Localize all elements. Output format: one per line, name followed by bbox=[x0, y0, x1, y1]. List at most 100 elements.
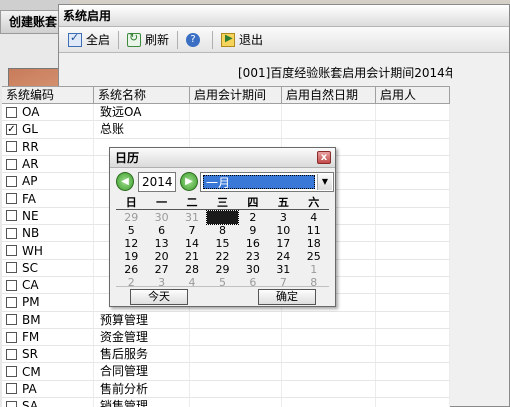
enable-checkbox[interactable] bbox=[6, 227, 17, 239]
enable-checkbox[interactable] bbox=[6, 400, 17, 407]
enable-checkbox[interactable] bbox=[6, 158, 17, 170]
calendar-day[interactable]: 5 bbox=[116, 224, 146, 237]
enable-checkbox[interactable] bbox=[6, 279, 17, 291]
prev-year-button[interactable]: ◀ bbox=[116, 172, 134, 191]
calendar-day[interactable]: 14 bbox=[177, 237, 207, 250]
weekday-label: 三 bbox=[216, 196, 228, 209]
table-row[interactable]: SA 销售管理 bbox=[2, 398, 450, 407]
enable-checkbox[interactable] bbox=[6, 348, 17, 360]
close-icon[interactable]: x bbox=[317, 151, 331, 164]
enable-checkbox[interactable] bbox=[6, 175, 17, 187]
month-selected-value: 一月 bbox=[203, 175, 315, 190]
enable-checkbox[interactable] bbox=[6, 245, 17, 257]
calendar-day[interactable]: 8 bbox=[207, 224, 237, 237]
calendar-day[interactable]: 13 bbox=[146, 237, 176, 250]
column-header-date[interactable]: 启用自然日期 bbox=[282, 87, 376, 103]
system-name: 售后服务 bbox=[94, 346, 190, 363]
month-select[interactable]: 一月 ▼ bbox=[200, 172, 334, 192]
selected-day[interactable]: 1 bbox=[206, 210, 239, 225]
system-code: SA bbox=[22, 399, 39, 407]
calendar-day[interactable]: 16 bbox=[238, 237, 268, 250]
cell-user bbox=[376, 346, 450, 363]
enable-checkbox[interactable] bbox=[6, 262, 17, 274]
calendar-day[interactable]: 10 bbox=[268, 224, 298, 237]
cell-user bbox=[376, 328, 450, 346]
table-row[interactable]: OA 致远OA bbox=[2, 104, 450, 122]
select-all-button[interactable]: 全启 bbox=[63, 29, 115, 51]
calendar-day[interactable]: 20 bbox=[146, 250, 176, 263]
system-code: RR bbox=[22, 139, 39, 154]
select-all-label: 全启 bbox=[86, 33, 111, 47]
calendar-day[interactable]: 25 bbox=[299, 250, 329, 263]
calendar-day[interactable]: 18 bbox=[299, 237, 329, 250]
column-header-user[interactable]: 启用人 bbox=[376, 87, 450, 103]
calendar-day[interactable]: 31 bbox=[177, 211, 207, 224]
calendar-day[interactable]: 19 bbox=[116, 250, 146, 263]
enable-checkbox[interactable] bbox=[6, 331, 17, 343]
next-year-button[interactable]: ▶ bbox=[180, 172, 198, 191]
calendar-day[interactable]: 12 bbox=[116, 237, 146, 250]
system-code: SR bbox=[22, 347, 38, 362]
cell-code: CM bbox=[2, 363, 94, 380]
enable-checkbox[interactable] bbox=[6, 141, 17, 153]
cell-code: NB bbox=[2, 225, 94, 242]
toolbar-separator bbox=[118, 30, 120, 49]
system-code: PA bbox=[22, 381, 37, 396]
calendar-day[interactable]: 2 bbox=[238, 211, 268, 224]
calendar-day[interactable]: 26 bbox=[116, 263, 146, 276]
enable-checkbox[interactable] bbox=[6, 383, 17, 395]
calendar-day[interactable]: 9 bbox=[238, 224, 268, 237]
calendar-day[interactable]: 4 bbox=[299, 211, 329, 224]
table-row[interactable]: PA 售前分析 bbox=[2, 380, 450, 399]
calendar-day[interactable]: 24 bbox=[268, 250, 298, 263]
cell-user bbox=[376, 225, 450, 242]
calendar-day[interactable]: 23 bbox=[238, 250, 268, 263]
calendar-day[interactable]: 29 bbox=[116, 211, 146, 224]
calendar-day[interactable]: 29 bbox=[207, 263, 237, 276]
enable-checkbox[interactable] bbox=[6, 366, 17, 378]
table-row[interactable]: BM 预算管理 bbox=[2, 311, 450, 329]
weekday-label: 四 bbox=[247, 196, 259, 209]
exit-button[interactable]: 退出 bbox=[216, 29, 268, 51]
cell-date bbox=[282, 380, 376, 398]
enable-checkbox[interactable] bbox=[6, 210, 17, 222]
enable-checkbox[interactable] bbox=[6, 106, 17, 118]
help-button[interactable]: ? bbox=[181, 29, 209, 51]
refresh-icon bbox=[127, 31, 142, 47]
table-row[interactable]: CM 合同管理 bbox=[2, 363, 450, 381]
calendar-day[interactable]: 30 bbox=[146, 211, 176, 224]
calendar-day[interactable]: 11 bbox=[299, 224, 329, 237]
enable-checkbox[interactable] bbox=[6, 193, 17, 205]
chevron-down-icon[interactable]: ▼ bbox=[317, 174, 332, 190]
cell-date bbox=[282, 311, 376, 328]
calendar-day[interactable]: 30 bbox=[238, 263, 268, 276]
calendar-day[interactable]: 28 bbox=[177, 263, 207, 276]
column-header-code[interactable]: 系统编码 bbox=[2, 87, 94, 103]
cell-user bbox=[376, 380, 450, 398]
calendar-day[interactable]: 22 bbox=[207, 250, 237, 263]
table-row[interactable]: SR 售后服务 bbox=[2, 346, 450, 364]
ok-button[interactable]: 确定 bbox=[258, 289, 316, 305]
calendar-day[interactable]: 6 bbox=[146, 224, 176, 237]
calendar-day[interactable]: 1 bbox=[299, 263, 329, 276]
calendar-day[interactable]: 21 bbox=[177, 250, 207, 263]
column-header-period[interactable]: 启用会计期间 bbox=[190, 87, 282, 103]
table-row[interactable]: FM 资金管理 bbox=[2, 328, 450, 347]
calendar-day[interactable]: 15 bbox=[207, 237, 237, 250]
column-header-name[interactable]: 系统名称 bbox=[94, 87, 190, 103]
today-button[interactable]: 今天 bbox=[130, 289, 188, 305]
enable-checkbox[interactable] bbox=[6, 296, 17, 308]
cell-period bbox=[190, 328, 282, 346]
calendar-day[interactable]: 31 bbox=[268, 263, 298, 276]
table-row[interactable]: ✓ GL 总账 bbox=[2, 121, 450, 139]
refresh-button[interactable]: 刷新 bbox=[122, 29, 174, 51]
calendar-day[interactable]: 17 bbox=[268, 237, 298, 250]
enable-checkbox[interactable] bbox=[6, 314, 17, 326]
cell-code: SC bbox=[2, 259, 94, 276]
enable-checkbox[interactable]: ✓ bbox=[6, 123, 17, 135]
calendar-day[interactable]: 3 bbox=[268, 211, 298, 224]
calendar-day[interactable]: 7 bbox=[177, 224, 207, 237]
system-code: NB bbox=[22, 226, 40, 241]
calendar-day[interactable]: 27 bbox=[146, 263, 176, 276]
year-field[interactable]: 2014 bbox=[138, 172, 176, 192]
